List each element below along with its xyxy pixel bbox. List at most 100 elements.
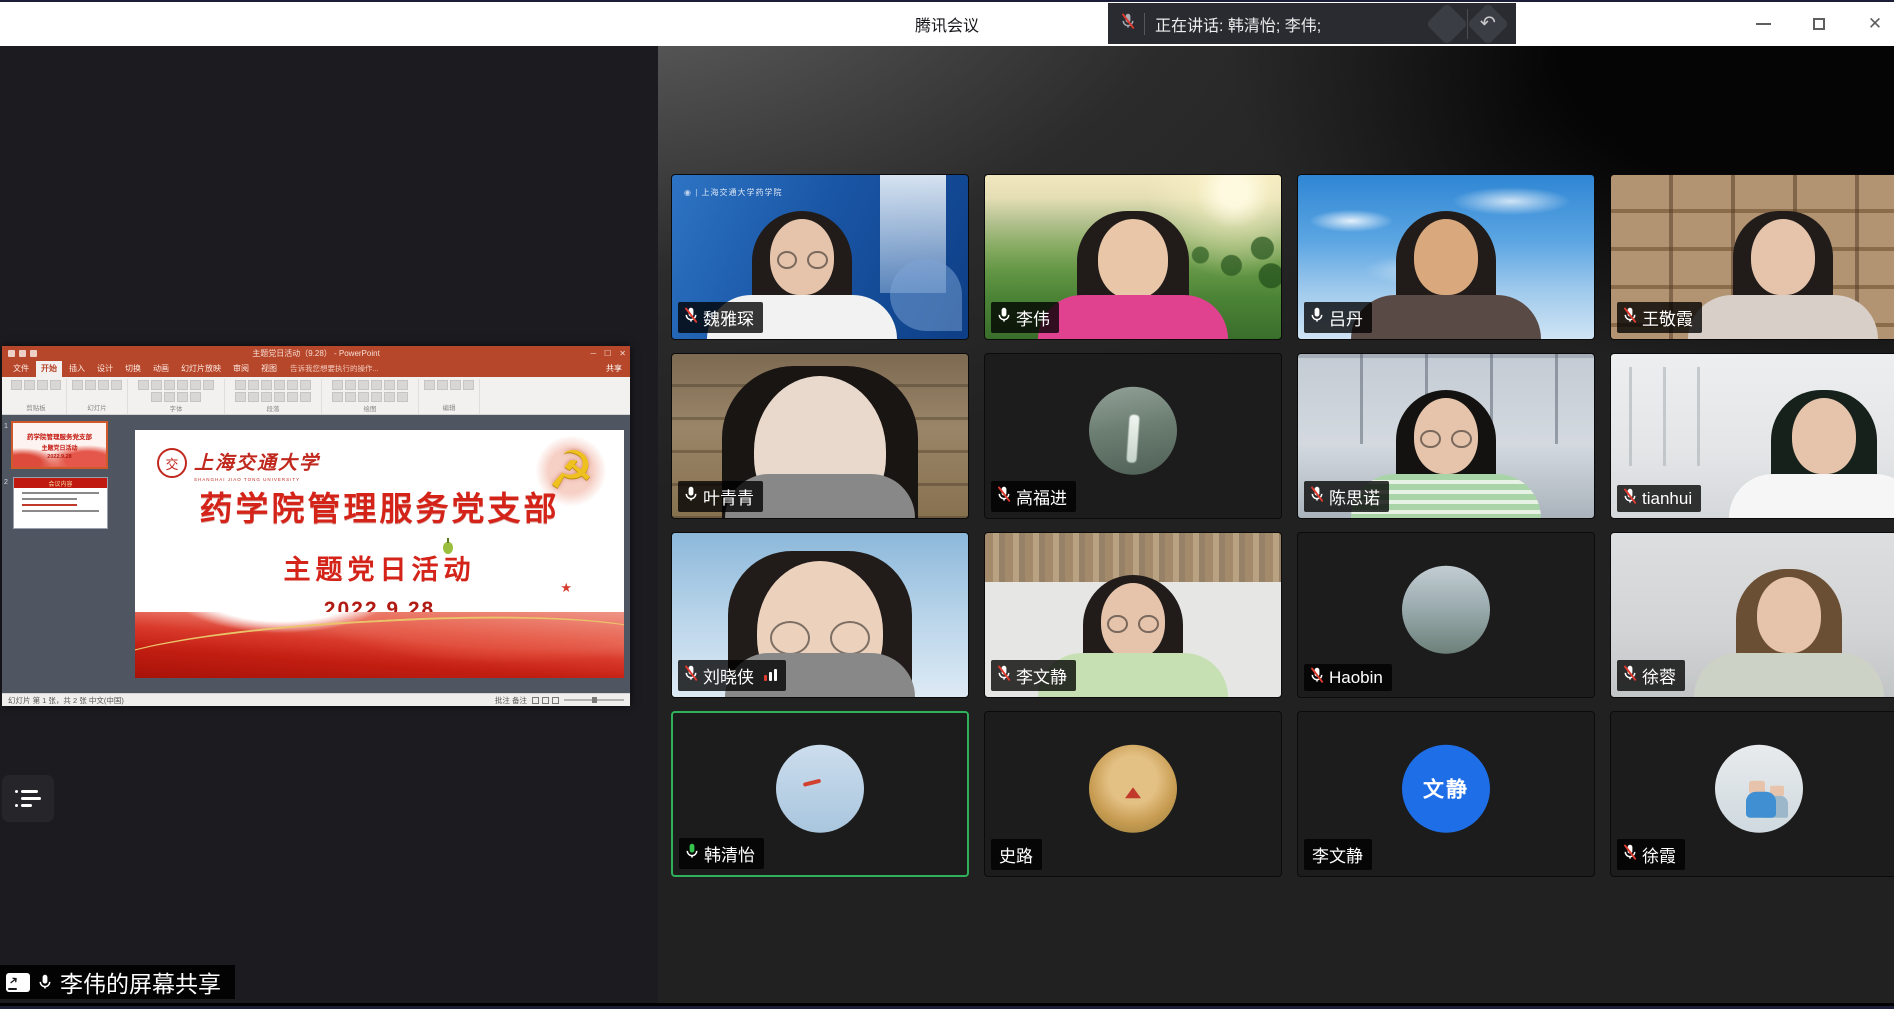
app-title: 腾讯会议 (915, 12, 979, 36)
mic-status-icon (1622, 665, 1638, 686)
participant-tile[interactable]: 李文静 (984, 532, 1282, 698)
close-button[interactable]: ✕ (1862, 11, 1888, 37)
mic-status-icon (1309, 307, 1325, 328)
star-decoration: ★ (560, 580, 572, 596)
participant-name: 刘晓侠 (703, 663, 754, 688)
participant-tile[interactable]: 李伟 (984, 174, 1282, 340)
speaking-status-box: 正在讲话: 韩清怡; 李伟; ↶ (1108, 3, 1516, 44)
participant-tile[interactable]: 王敬霞 (1610, 174, 1894, 340)
ppt-tab: 插入 (64, 361, 90, 377)
participant-name-label: 徐霞 (1617, 839, 1685, 870)
screen-share-panel: 主题党日活动（9.28） - PowerPoint ─☐✕ 文件开始插入设计切换… (0, 46, 658, 1003)
participant-name: 吕丹 (1329, 305, 1363, 330)
red-wave-decoration (135, 612, 624, 678)
avatar-image (803, 779, 821, 787)
participant-tile[interactable]: 刘晓侠 (671, 532, 969, 698)
slide-thumbnail-2: 会议内容 (13, 477, 108, 529)
ppt-title-bar: 主题党日活动（9.28） - PowerPoint ─☐✕ (2, 346, 630, 361)
participant-name: 徐霞 (1642, 842, 1676, 867)
screen-share-banner: 李伟的屏幕共享 (0, 965, 235, 999)
mic-status-icon (683, 665, 699, 686)
participant-tile[interactable]: 陈思诺 (1297, 353, 1595, 519)
participant-tile[interactable]: 上海交通大学药学院 魏雅琛 (671, 174, 969, 340)
ppt-ribbon-group-label: 编辑 (443, 401, 456, 413)
participant-name-label: 陈思诺 (1304, 481, 1389, 512)
slide-subtitle: 主题党日活动 (135, 548, 624, 587)
screen-share-banner-text: 李伟的屏幕共享 (60, 965, 221, 999)
meeting-window: 腾讯会议 正在讲话: 韩清怡; 李伟; ↶ ✕ 主题党日活动（9.28） - P… (0, 0, 1894, 1009)
person-body (1038, 295, 1228, 340)
mic-status-icon (996, 307, 1012, 328)
participant-tile[interactable]: Haobin (1297, 532, 1595, 698)
participant-tile[interactable]: 史路 (984, 711, 1282, 877)
title-bar[interactable]: 腾讯会议 正在讲话: 韩清怡; 李伟; ↶ ✕ (0, 2, 1894, 46)
participant-video (1351, 211, 1541, 339)
ppt-ribbon-group-label: 段落 (267, 402, 280, 414)
participant-name: tianhui (1642, 489, 1692, 509)
ppt-tabs: 文件开始插入设计切换动画幻灯片放映审阅视图告诉我您想要执行的操作... 共享 (2, 361, 630, 377)
participant-tile[interactable]: tianhui (1610, 353, 1894, 519)
video-grid-area: 上海交通大学药学院 魏雅琛 李伟 吕丹 (658, 46, 1894, 1003)
thumb2-heading: 会议内容 (14, 478, 107, 488)
ppt-ribbon-group-label: 幻灯片 (87, 401, 107, 413)
mic-status-icon (1309, 486, 1325, 507)
ppt-ribbon-group-label: 剪贴板 (26, 401, 46, 413)
participant-name-label: 叶青青 (678, 481, 763, 512)
slide-title: 药学院管理服务党支部 (135, 482, 624, 530)
person-face (1098, 219, 1168, 299)
participant-avatar (776, 745, 864, 833)
ppt-tab: 设计 (92, 361, 118, 377)
avatar-initials: 文静 (1423, 774, 1469, 804)
ppt-current-slide: 交 上海交通大学 SHANGHAI JIAO TONG UNIVERSITY 药… (135, 430, 624, 678)
participant-tile[interactable]: 叶青青 (671, 353, 969, 519)
mic-status-icon (684, 843, 700, 864)
participant-name-label: 李文静 (1304, 839, 1372, 870)
maximize-button[interactable] (1806, 11, 1832, 37)
ppt-tab: 视图 (256, 361, 282, 377)
list-view-icon (15, 790, 41, 807)
participant-name: 陈思诺 (1329, 484, 1380, 509)
participant-name-label: 刘晓侠 (678, 660, 786, 691)
thumb-date: 2022.9.28 (47, 454, 71, 460)
ppt-tab: 切换 (120, 361, 146, 377)
participant-avatar (1089, 745, 1177, 833)
participant-avatar: 文静 (1402, 745, 1490, 833)
person-body (1688, 295, 1878, 340)
university-name: 上海交通大学 (194, 448, 320, 475)
participant-tile[interactable]: 吕丹 (1297, 174, 1595, 340)
participant-name-label: 魏雅琛 (678, 302, 763, 333)
ppt-zoom-slider (564, 699, 624, 701)
ppt-ribbon-group-label: 字体 (170, 402, 183, 414)
person-face (1414, 219, 1478, 295)
minimize-button[interactable] (1750, 11, 1776, 37)
window-controls: ✕ (1750, 2, 1888, 46)
mic-status-icon (996, 486, 1012, 507)
avatar-image (1126, 414, 1139, 463)
back-arrow-icon[interactable]: ↶ (1468, 4, 1508, 44)
participant-name: 徐蓉 (1642, 663, 1676, 688)
participant-name-label: 李伟 (991, 302, 1059, 333)
ppt-tab: 动画 (148, 361, 174, 377)
participant-tile[interactable]: 高福进 (984, 353, 1282, 519)
participant-tile[interactable]: 徐霞 (1610, 711, 1894, 877)
ppt-ribbon-group: 剪贴板 (6, 379, 67, 414)
slide-number: 1 (4, 423, 8, 430)
layout-switch-button[interactable] (2, 775, 54, 822)
ppt-ribbon-group: 段落 (225, 379, 322, 414)
participant-tile[interactable]: 韩清怡 (671, 711, 969, 877)
participant-video (1729, 390, 1894, 518)
shared-powerpoint-window: 主题党日活动（9.28） - PowerPoint ─☐✕ 文件开始插入设计切换… (2, 346, 630, 706)
ppt-ribbon-group: 字体 (128, 379, 225, 414)
participant-name-label: 韩清怡 (679, 838, 764, 869)
participant-tile[interactable]: 文静 李文静 (1297, 711, 1595, 877)
person-face (1751, 219, 1815, 295)
toolbar-shortcut-icons: ↶ (1427, 4, 1508, 44)
mic-status-icon (1309, 667, 1325, 688)
ppt-search-hint: 告诉我您想要执行的操作... (290, 363, 379, 377)
virtual-bg-watermark: 上海交通大学药学院 (684, 187, 783, 198)
layers-icon[interactable] (1427, 4, 1467, 44)
participant-tile[interactable]: 徐蓉 (1610, 532, 1894, 698)
person-face (1101, 583, 1165, 659)
participant-name: 王敬霞 (1642, 305, 1693, 330)
person-face (1414, 398, 1478, 474)
